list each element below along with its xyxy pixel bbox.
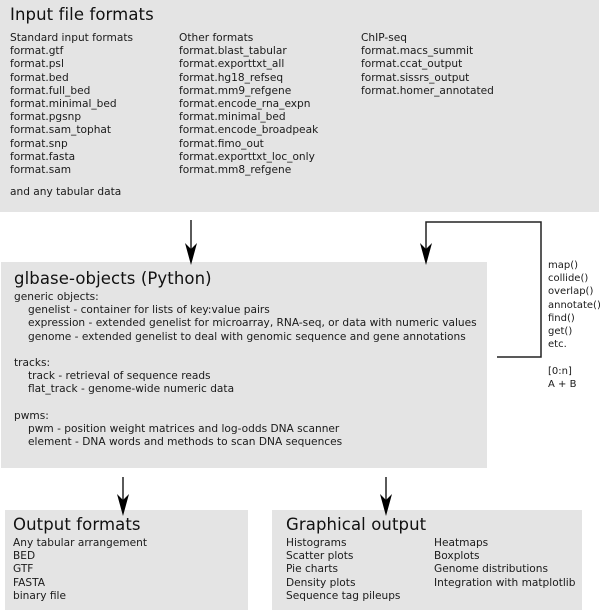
method-item: etc.	[548, 339, 567, 351]
method-item: [0:n]	[548, 365, 572, 377]
arrow-objects-to-graphical	[380, 477, 392, 516]
arrow-objects-to-output	[117, 477, 129, 516]
method-item: map()	[548, 260, 579, 271]
arrow-input-to-objects	[185, 220, 197, 265]
method-item: find()	[548, 312, 575, 324]
method-item: get()	[548, 326, 573, 338]
methods-list: map() collide() overlap() annotate() fin…	[548, 259, 600, 391]
method-item: collide()	[548, 273, 589, 285]
method-item: overlap()	[548, 286, 594, 298]
method-item: A + B	[548, 378, 577, 390]
connectors	[117, 220, 542, 516]
loop-arrow-methods	[420, 221, 542, 358]
method-item: annotate()	[548, 299, 600, 311]
